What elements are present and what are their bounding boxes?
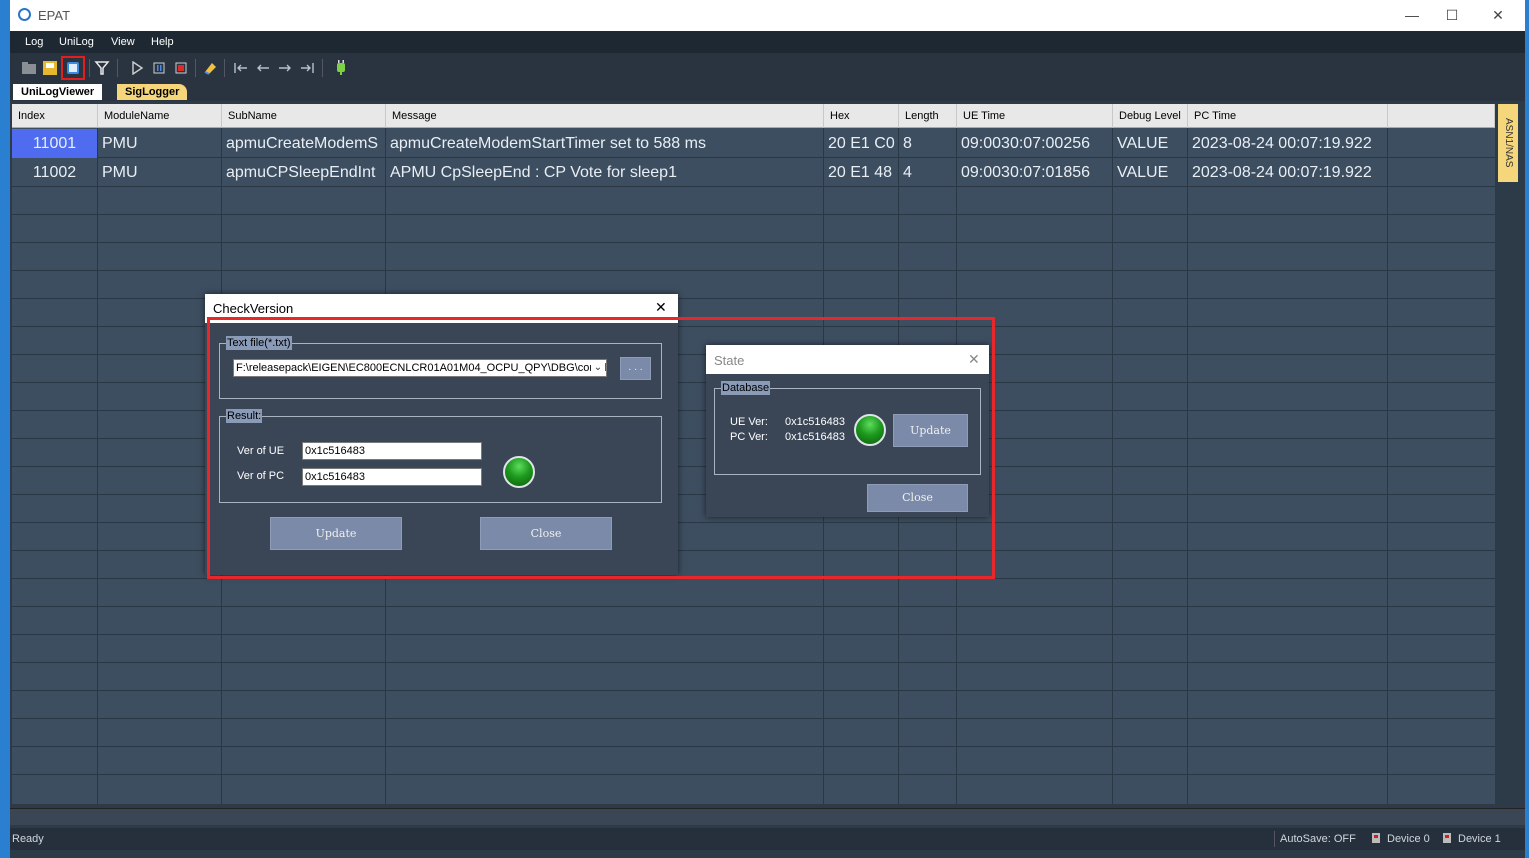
version-match-indicator-icon	[503, 456, 535, 488]
state-update-button[interactable]: Update	[893, 414, 968, 447]
save-log-icon[interactable]	[41, 59, 59, 77]
state-close-button[interactable]: Close	[867, 484, 968, 512]
result-group: Result: Ver of UE 0x1c516483 Ver of PC 0…	[219, 409, 662, 503]
title-bar: EPAT — ☐ ✕	[10, 0, 1525, 31]
pc-ver-value: 0x1c516483	[785, 431, 845, 443]
ue-version-field[interactable]: 0x1c516483	[302, 442, 482, 460]
tab-unilogviewer[interactable]: UniLogViewer	[13, 84, 103, 100]
close-icon[interactable]: ✕	[655, 299, 667, 316]
cell-length[interactable]: 4	[899, 158, 956, 187]
cell-modulename[interactable]: PMU	[98, 129, 221, 158]
status-bar: Ready AutoSave: OFF Device 0 Device 1	[10, 828, 1525, 850]
dialog-title: State	[714, 353, 745, 368]
device-icon	[1370, 832, 1382, 847]
cell-index[interactable]: 11002	[12, 158, 97, 187]
go-previous-icon[interactable]	[254, 59, 272, 77]
chevron-down-icon[interactable]: ⌄	[591, 360, 605, 376]
device-icon	[1441, 832, 1453, 847]
group-label: Result:	[226, 409, 263, 423]
horizontal-scrollbar[interactable]	[10, 808, 1525, 825]
cell-index[interactable]: 11001	[12, 129, 97, 158]
cell-hex[interactable]: 20 E1 C0	[824, 129, 898, 158]
column-header-index[interactable]: Index	[12, 104, 98, 128]
cell-ue-time[interactable]: 09:0030:07:00256	[957, 129, 1112, 158]
database-group: Database UE Ver: 0x1c516483 PC Ver: 0x1c…	[714, 381, 981, 475]
dialog-title-bar: CheckVersion ✕	[205, 294, 678, 323]
pc-ver-label: PC Ver:	[730, 431, 768, 443]
menu-help[interactable]: Help	[151, 36, 174, 48]
column-header-length[interactable]: Length	[899, 104, 957, 128]
ue-ver-label: UE Ver:	[730, 416, 768, 428]
state-dialog: State ✕ Database UE Ver: 0x1c516483 PC V…	[706, 345, 989, 517]
device-0-status: Device 0	[1387, 833, 1430, 845]
cell-debug-level[interactable]: VALUE	[1113, 129, 1187, 158]
database-status-indicator-icon	[854, 414, 886, 446]
stop-icon[interactable]	[172, 59, 190, 77]
side-tab-asn1-nas[interactable]: ASN1/NAS	[1498, 104, 1518, 182]
cell-subname[interactable]: apmuCreateModemS	[222, 129, 385, 158]
file-path-combobox[interactable]: F:\releasepack\EIGEN\EC800ECNLCR01A01M04…	[233, 359, 607, 377]
window-title: EPAT	[38, 8, 71, 23]
cell-ue-time[interactable]: 09:0030:07:01856	[957, 158, 1112, 187]
play-icon[interactable]	[128, 59, 146, 77]
pause-icon[interactable]	[150, 59, 168, 77]
check-version-dialog: CheckVersion ✕ Text file(*.txt) F:\relea…	[205, 294, 678, 575]
cell-pc-time[interactable]: 2023-08-24 00:07:19.922	[1188, 129, 1387, 158]
column-header-ue-time[interactable]: UE Time	[957, 104, 1113, 128]
update-button[interactable]: Update	[270, 517, 402, 550]
tab-siglogger[interactable]: SigLogger	[117, 84, 188, 100]
column-header-debug-level[interactable]: Debug Level	[1113, 104, 1188, 128]
column-header-modulename[interactable]: ModuleName	[98, 104, 222, 128]
menu-log[interactable]: Log	[25, 36, 43, 48]
ue-version-label: Ver of UE	[237, 445, 285, 457]
cell-subname[interactable]: apmuCPSleepEndInt	[222, 158, 385, 187]
pc-version-field[interactable]: 0x1c516483	[302, 468, 482, 486]
go-next-icon[interactable]	[276, 59, 294, 77]
close-window-button[interactable]: ✕	[1478, 4, 1518, 26]
pc-version-label: Ver of PC	[237, 470, 285, 482]
cell-message[interactable]: APMU CpSleepEnd : CP Vote for sleep1	[386, 158, 823, 187]
group-label: Database	[721, 381, 771, 395]
browse-button[interactable]: . . .	[620, 357, 651, 380]
menu-view[interactable]: View	[111, 36, 135, 48]
check-version-icon[interactable]	[61, 56, 85, 80]
close-button[interactable]: Close	[480, 517, 612, 550]
maximize-button[interactable]: ☐	[1432, 4, 1472, 26]
filter-icon[interactable]	[93, 59, 111, 77]
open-folder-icon[interactable]	[20, 59, 38, 77]
menu-unilog[interactable]: UniLog	[59, 36, 94, 48]
column-header-subname[interactable]: SubName	[222, 104, 386, 128]
ue-ver-value: 0x1c516483	[785, 416, 845, 428]
dialog-title-bar: State ✕	[706, 345, 989, 374]
cell-modulename[interactable]: PMU	[98, 158, 221, 187]
column-header-filler	[1388, 104, 1495, 128]
dialog-title: CheckVersion	[213, 301, 294, 316]
column-header-pc-time[interactable]: PC Time	[1188, 104, 1388, 128]
app-logo-icon	[18, 8, 31, 21]
menu-bar: Log UniLog View Help	[10, 31, 1525, 53]
autosave-status: AutoSave: OFF	[1280, 833, 1356, 845]
cell-pc-time[interactable]: 2023-08-24 00:07:19.922	[1188, 158, 1387, 187]
toolbar	[10, 53, 1525, 83]
clear-log-icon[interactable]	[201, 59, 219, 77]
go-last-icon[interactable]	[298, 59, 316, 77]
column-header-hex[interactable]: Hex	[824, 104, 899, 128]
minimize-button[interactable]: —	[1392, 4, 1432, 26]
cell-length[interactable]: 8	[899, 129, 956, 158]
close-icon[interactable]: ✕	[968, 351, 980, 368]
text-file-group: Text file(*.txt) F:\releasepack\EIGEN\EC…	[219, 336, 662, 399]
cell-hex[interactable]: 20 E1 48	[824, 158, 898, 187]
go-first-icon[interactable]	[232, 59, 250, 77]
cell-message[interactable]: apmuCreateModemStartTimer set to 588 ms	[386, 129, 823, 158]
group-label: Text file(*.txt)	[226, 336, 292, 350]
status-ready: Ready	[12, 833, 44, 845]
device-1-status: Device 1	[1458, 833, 1501, 845]
column-header-message[interactable]: Message	[386, 104, 824, 128]
connect-device-icon[interactable]	[332, 59, 350, 77]
tab-bar: UniLogViewer SigLogger	[10, 83, 1525, 101]
cell-debug-level[interactable]: VALUE	[1113, 158, 1187, 187]
